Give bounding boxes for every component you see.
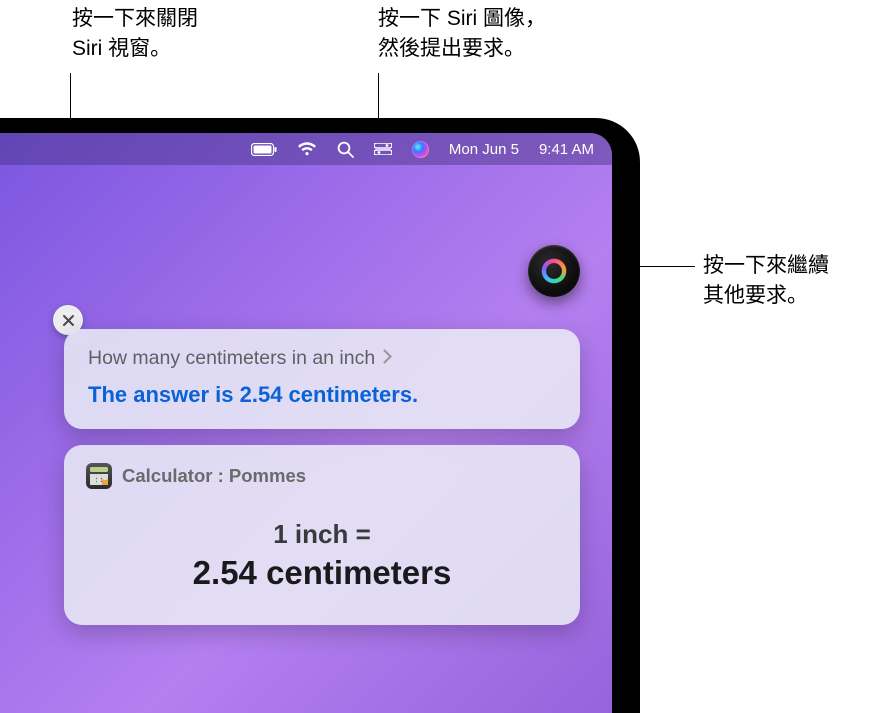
callout-text-line: 按一下來繼續 (703, 251, 829, 281)
wifi-icon[interactable] (297, 142, 317, 156)
calculator-result-card: Calculator : Pommes 1 inch = 2.54 centim… (64, 445, 580, 625)
close-icon (62, 314, 75, 327)
battery-icon[interactable] (251, 143, 277, 156)
calculator-card-title: Calculator : Pommes (122, 465, 306, 487)
calculator-card-header: Calculator : Pommes (86, 463, 558, 489)
calculator-input-line: 1 inch = (86, 519, 558, 550)
callout-click-siri-icon: 按一下 Siri 圖像， 然後提出要求。 (378, 4, 546, 65)
mac-device-corner: Mon Jun 5 9:41 AM How many centimeters i… (0, 118, 640, 713)
callout-text-line: Siri 視窗。 (72, 34, 198, 64)
chevron-right-icon (383, 347, 392, 370)
callout-continue-request: 按一下來繼續 其他要求。 (703, 251, 829, 312)
calculator-result-line: 2.54 centimeters (86, 554, 558, 592)
siri-answer-text: The answer is 2.54 centimeters. (88, 382, 556, 408)
callout-close-siri-window: 按一下來關閉 Siri 視窗。 (72, 4, 198, 65)
desktop-screen: Mon Jun 5 9:41 AM How many centimeters i… (0, 133, 612, 713)
callout-text-line: 然後提出要求。 (378, 34, 546, 64)
siri-menu-icon[interactable] (412, 141, 429, 158)
menubar-time[interactable]: 9:41 AM (539, 141, 594, 158)
calculator-card-body: 1 inch = 2.54 centimeters (86, 519, 558, 592)
menubar-date[interactable]: Mon Jun 5 (449, 141, 519, 158)
callout-text-line: 其他要求。 (703, 281, 829, 311)
siri-query-row[interactable]: How many centimeters in an inch (88, 347, 556, 370)
calculator-app-icon (86, 463, 112, 489)
menu-bar: Mon Jun 5 9:41 AM (0, 133, 612, 165)
spotlight-search-icon[interactable] (337, 141, 354, 158)
callout-text-line: 按一下 Siri 圖像， (378, 4, 546, 34)
control-center-icon[interactable] (374, 143, 392, 155)
callout-text-line: 按一下來關閉 (72, 4, 198, 34)
siri-orb-button[interactable] (528, 245, 580, 297)
siri-response-card: How many centimeters in an inch The answ… (64, 329, 580, 429)
siri-query-text: How many centimeters in an inch (88, 347, 375, 370)
